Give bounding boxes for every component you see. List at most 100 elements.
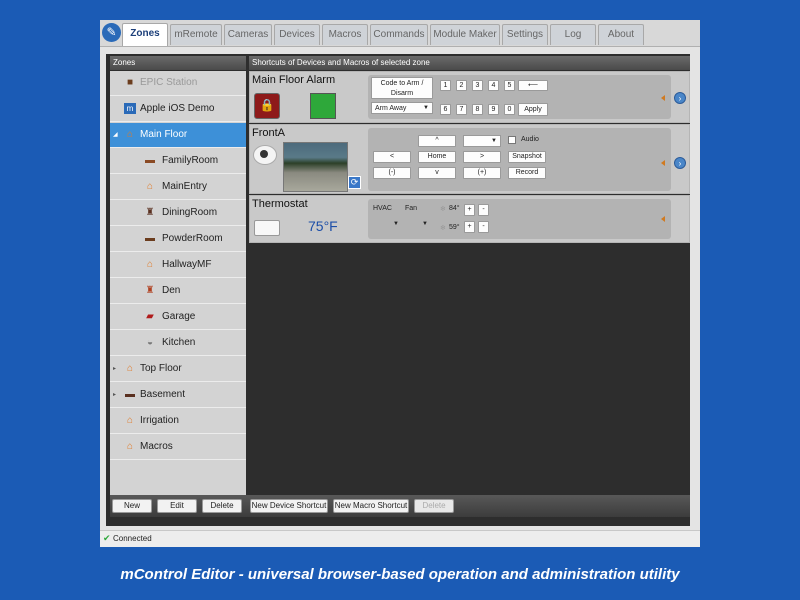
zone-item-macros[interactable]: ⌂ Macros <box>110 435 246 460</box>
edit-zone-button[interactable]: Edit <box>157 499 197 513</box>
key-4-button[interactable]: 4 <box>488 80 499 91</box>
zone-label: Apple iOS Demo <box>140 103 215 114</box>
record-button[interactable]: Record <box>508 167 546 179</box>
zone-item-garage[interactable]: ▰ Garage <box>110 305 246 330</box>
lock-icon[interactable]: 🔒 <box>254 93 280 119</box>
arm-mode-select[interactable]: Arm Away ▼ <box>371 102 433 114</box>
tab-commands[interactable]: Commands <box>370 24 428 45</box>
code-arm-disarm-field[interactable]: Code to Arm / Disarm <box>371 77 433 99</box>
next-page-icon[interactable]: › <box>674 92 686 104</box>
zone-label: Garage <box>162 311 196 322</box>
delete-shortcut-button[interactable]: Delete <box>414 499 454 513</box>
zone-item-basement[interactable]: ▸ ▬ Basement <box>110 383 246 408</box>
preset-select[interactable]: ▼ <box>463 135 501 147</box>
zone-item-main-floor[interactable]: ◢ ⌂ Main Floor <box>110 123 246 148</box>
heat-up-button[interactable]: + <box>464 204 475 216</box>
zoom-out-button[interactable]: (-) <box>373 167 411 179</box>
house-icon: ⌂ <box>126 363 134 374</box>
tab-log[interactable]: Log <box>550 24 596 45</box>
collapse-arrow-icon[interactable]: ▸ <box>113 357 116 381</box>
zone-item-diningroom[interactable]: ♜ DiningRoom <box>110 201 246 226</box>
tab-about[interactable]: About <box>598 24 644 45</box>
collapse-arrow-icon[interactable]: ▸ <box>113 383 116 407</box>
audio-checkbox[interactable] <box>508 136 516 144</box>
zone-item-irrigation[interactable]: ⌂ Irrigation <box>110 409 246 434</box>
zone-label: Main Floor <box>140 129 188 140</box>
cool-down-button[interactable]: - <box>478 221 489 233</box>
backspace-button[interactable]: ⟵ <box>518 80 548 91</box>
tab-module-maker[interactable]: Module Maker <box>430 24 500 45</box>
zone-item-mainentry[interactable]: ⌂ MainEntry <box>110 175 246 200</box>
zone-label: EPIC Station <box>140 77 198 88</box>
chevron-down-icon: ▼ <box>423 105 429 111</box>
zone-item-top-floor[interactable]: ▸ ⌂ Top Floor <box>110 357 246 382</box>
tab-macros[interactable]: Macros <box>322 24 368 45</box>
pan-down-button[interactable]: v <box>418 167 456 179</box>
wrench-logo-icon: ✎ <box>102 23 121 42</box>
new-device-shortcut-button[interactable]: New Device Shortcut <box>250 499 328 513</box>
key-7-button[interactable]: 7 <box>456 104 467 115</box>
camera-lens <box>260 150 268 158</box>
zones-panel-title: Zones <box>110 56 246 70</box>
key-1-button[interactable]: 1 <box>440 80 451 91</box>
hvac-mode-dropdown-icon[interactable]: ▼ <box>393 221 399 227</box>
tab-bar: ✎ Zones mRemote Cameras Devices Macros C… <box>100 20 700 47</box>
apply-button[interactable]: Apply <box>518 103 548 116</box>
zone-item-apple-ios-demo[interactable]: m Apple iOS Demo <box>110 97 246 122</box>
cool-up-button[interactable]: + <box>464 221 475 233</box>
key-5-button[interactable]: 5 <box>504 80 515 91</box>
pan-right-button[interactable]: > <box>463 151 501 163</box>
key-8-button[interactable]: 8 <box>472 104 483 115</box>
zone-label: HallwayMF <box>162 259 212 270</box>
zones-list[interactable]: ■ EPIC Station m Apple iOS Demo ◢ ⌂ Main… <box>110 71 246 495</box>
status-bar: ✔ Connected <box>100 530 700 547</box>
audio-label: Audio <box>521 136 539 143</box>
delete-zone-button[interactable]: Delete <box>202 499 242 513</box>
house-icon: ⌂ <box>146 181 154 192</box>
heat-down-button[interactable]: - <box>478 204 489 216</box>
fan-mode-dropdown-icon[interactable]: ▼ <box>422 221 428 227</box>
key-0-button[interactable]: 0 <box>504 104 515 115</box>
camera-name: FrontA <box>252 127 286 139</box>
key-6-button[interactable]: 6 <box>440 104 451 115</box>
next-page-icon[interactable]: › <box>674 157 686 169</box>
zone-item-hallwaymf[interactable]: ⌂ HallwayMF <box>110 253 246 278</box>
zone-label: Macros <box>140 441 173 452</box>
scroll-left-icon[interactable] <box>661 160 665 166</box>
expand-arrow-icon[interactable]: ◢ <box>113 123 118 147</box>
connection-status: Connected <box>113 534 152 543</box>
caption: mControl Editor - universal browser-base… <box>120 566 680 583</box>
hvac-label: HVAC <box>373 205 392 212</box>
zone-item-epic-station[interactable]: ■ EPIC Station <box>110 71 246 96</box>
home-button[interactable]: Home <box>418 151 456 163</box>
new-zone-button[interactable]: New <box>112 499 152 513</box>
scroll-left-icon[interactable] <box>661 95 665 101</box>
zone-item-kitchen[interactable]: ◒ Kitchen <box>110 331 246 356</box>
zone-label: Kitchen <box>162 337 196 348</box>
tab-zones[interactable]: Zones <box>122 23 168 46</box>
tab-devices[interactable]: Devices <box>274 24 320 45</box>
snapshot-button[interactable]: Snapshot <box>508 151 546 163</box>
pan-left-button[interactable]: < <box>373 151 411 163</box>
pan-up-button[interactable]: ^ <box>418 135 456 147</box>
tab-cameras[interactable]: Cameras <box>224 24 272 45</box>
zone-label: DiningRoom <box>162 207 218 218</box>
zone-item-powderroom[interactable]: ▬ PowderRoom <box>110 227 246 252</box>
chair-icon: ♜ <box>145 285 155 296</box>
key-3-button[interactable]: 3 <box>472 80 483 91</box>
new-macro-shortcut-button[interactable]: New Macro Shortcut <box>333 499 409 513</box>
chevron-down-icon: ▼ <box>491 138 497 144</box>
camera-snapshot-thumbnail[interactable] <box>283 142 348 192</box>
zone-item-familyroom[interactable]: ▬ FamilyRoom <box>110 149 246 174</box>
zoom-in-button[interactable]: (+) <box>463 167 501 179</box>
current-temperature: 75°F <box>308 218 338 234</box>
key-2-button[interactable]: 2 <box>456 80 467 91</box>
zone-item-den[interactable]: ♜ Den <box>110 279 246 304</box>
tab-mremote[interactable]: mRemote <box>170 24 222 45</box>
thermostat-device-icon <box>254 220 280 236</box>
scroll-left-icon[interactable] <box>661 216 665 222</box>
refresh-icon[interactable]: ⟳ <box>348 176 361 189</box>
sofa-icon: ▬ <box>125 389 135 400</box>
key-9-button[interactable]: 9 <box>488 104 499 115</box>
tab-settings[interactable]: Settings <box>502 24 548 45</box>
